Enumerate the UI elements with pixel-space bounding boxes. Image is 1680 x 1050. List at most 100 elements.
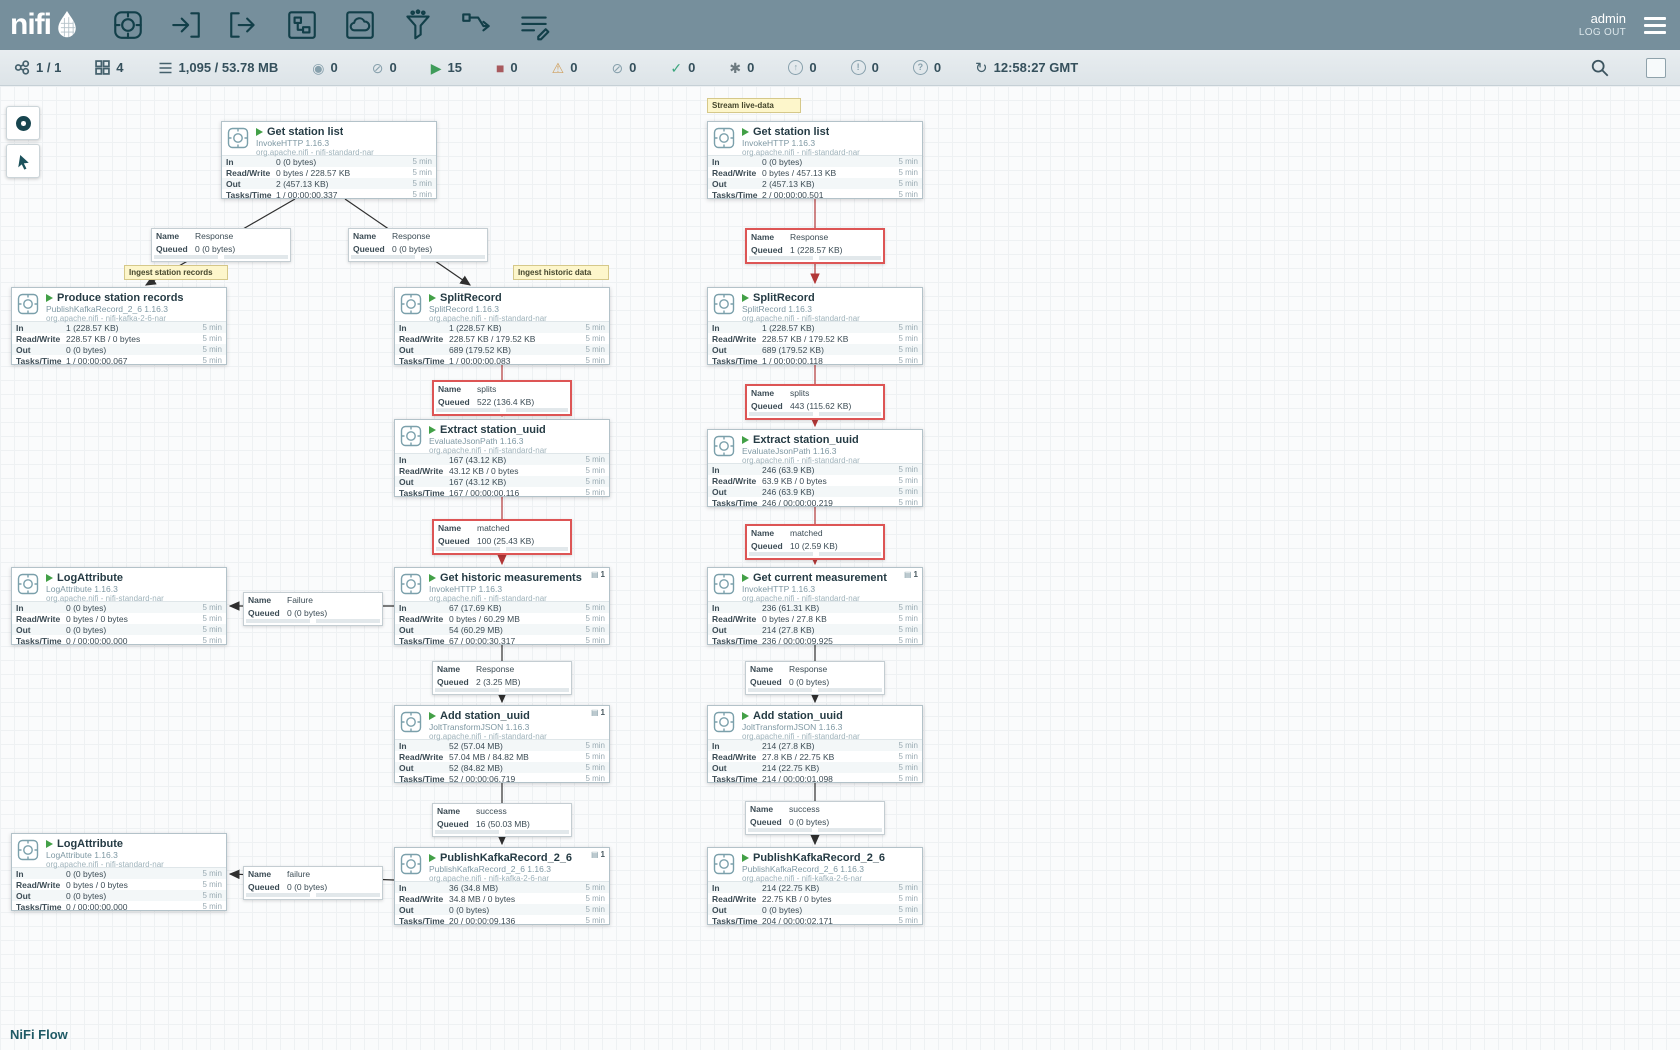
relationship-name: Response: [790, 232, 828, 242]
flow-canvas[interactable]: Stream live-data Ingest station records In…: [0, 86, 1680, 1050]
output-port-tool[interactable]: [225, 6, 263, 44]
connection-queued-row: Queued0 (0 bytes): [746, 815, 884, 828]
template-tool[interactable]: [457, 6, 495, 44]
connection-label-response[interactable]: NameResponseQueued0 (0 bytes): [348, 228, 488, 262]
status-disabled-components: ⊘0: [611, 60, 636, 75]
stat-row-in: In167 (43.12 KB)5 min: [395, 454, 609, 465]
processor-log-attribute-bottom[interactable]: LogAttributeLogAttribute 1.16.3org.apach…: [11, 833, 227, 911]
processor-type-icon: [712, 292, 736, 321]
stopped-components-count: 0: [510, 60, 517, 75]
canvas-label-ingest-station-records[interactable]: Ingest station records: [124, 265, 228, 280]
processor-publish-kafka-right[interactable]: PublishKafkaRecord_2_6PublishKafkaRecord…: [707, 847, 923, 925]
processor-add-station-uuid-left[interactable]: Add station_uuidJoltTransformJSON 1.16.3…: [394, 705, 610, 783]
processor-split-record-right[interactable]: SplitRecordSplitRecord 1.16.3org.apache.…: [707, 287, 923, 365]
processor-name: SplitRecord: [753, 292, 815, 304]
stat-row-in: In1 (228.57 KB)5 min: [708, 322, 922, 333]
stat-row-read-write: Read/Write34.8 MB / 0 bytes5 min: [395, 893, 609, 904]
processor-name: Produce station records: [57, 292, 184, 304]
process-group-tool[interactable]: [283, 6, 321, 44]
processor-extract-station-uuid-right[interactable]: Extract station_uuidEvaluateJsonPath 1.1…: [707, 429, 923, 507]
processor-stats: In0 (0 bytes)5 minRead/Write0 bytes / 45…: [708, 155, 922, 200]
processor-type-icon: [712, 126, 736, 155]
processor-extract-station-uuid-left[interactable]: Extract station_uuidEvaluateJsonPath 1.1…: [394, 419, 610, 497]
stat-row-in: In246 (63.9 KB)5 min: [708, 464, 922, 475]
canvas-label-stream-live-data[interactable]: Stream live-data: [707, 98, 801, 113]
navigation-panel-button[interactable]: [6, 106, 40, 140]
remote-process-group-tool[interactable]: [341, 6, 379, 44]
processor-get-station-list-left[interactable]: Get station listInvokeHTTP 1.16.3org.apa…: [221, 121, 437, 199]
status-invalid-components: ⚠0: [552, 60, 578, 75]
processor-split-record-left[interactable]: SplitRecordSplitRecord 1.16.3org.apache.…: [394, 287, 610, 365]
connection-queued-row: Queued100 (25.43 KB): [434, 534, 570, 547]
stale-versioned-icon: ↑: [788, 60, 803, 75]
connection-name-row: NameResponse: [746, 662, 884, 675]
processor-log-attribute-top[interactable]: LogAttributeLogAttribute 1.16.3org.apach…: [11, 567, 227, 645]
breadcrumb[interactable]: NiFi Flow: [10, 1027, 68, 1042]
name-key: Name: [156, 231, 190, 241]
queued-value: 100 (25.43 KB): [477, 536, 534, 546]
stat-row-tasks-time: Tasks/Time20 / 00:00:09.1365 min: [395, 915, 609, 926]
run-status-running-icon: [46, 574, 53, 582]
global-menu-button[interactable]: [1640, 13, 1670, 38]
processor-type: InvokeHTTP 1.16.3: [256, 138, 432, 148]
last-refresh[interactable]: ↻ 12:58:27 GMT: [975, 59, 1078, 77]
queued-key: Queued: [750, 817, 784, 827]
queued-key: Queued: [438, 397, 472, 407]
logout-link[interactable]: LOG OUT: [1579, 27, 1626, 40]
processor-add-station-uuid-right[interactable]: Add station_uuidJoltTransformJSON 1.16.3…: [707, 705, 923, 783]
transmitting-remote-groups-count: 0: [330, 60, 337, 75]
processor-get-current-measurement[interactable]: Get current measurementInvokeHTTP 1.16.3…: [707, 567, 923, 645]
running-components-icon: ▶: [431, 61, 442, 75]
processor-get-historic-measurements[interactable]: Get historic measurementsInvokeHTTP 1.16…: [394, 567, 610, 645]
connection-label-splits[interactable]: NamesplitsQueued443 (115.62 KB): [745, 384, 885, 420]
processor-name: Get historic measurements: [440, 572, 582, 584]
processor-bundle: org.apache.nifi - nifi-standard-nar: [46, 594, 222, 603]
status-not-transmitting-remote-groups: ⊘0: [372, 60, 397, 75]
relationship-name: Response: [476, 664, 514, 674]
connection-label-matched[interactable]: NamematchedQueued10 (2.59 KB): [745, 524, 885, 560]
processor-tool[interactable]: [109, 6, 147, 44]
processor-type-icon: [16, 292, 40, 321]
connection-name-row: Namematched: [434, 521, 570, 534]
connection-label-response[interactable]: NameResponseQueued0 (0 bytes): [151, 228, 291, 262]
connection-label-response[interactable]: NameResponseQueued1 (228.57 KB): [745, 228, 885, 264]
status-bar: 1 / 1 4 1,095 / 53.78 MB ◉0⊘0▶15■0⚠0⊘0✓0…: [0, 50, 1680, 86]
input-port-tool[interactable]: [167, 6, 205, 44]
connection-name-row: Namesplits: [747, 386, 883, 399]
droplet-icon: [53, 8, 81, 42]
processor-name: PublishKafkaRecord_2_6: [440, 852, 572, 864]
processor-bundle: org.apache.nifi - nifi-kafka-2-6-nar: [742, 874, 918, 883]
processor-bundle: org.apache.nifi - nifi-standard-nar: [742, 732, 918, 741]
label-tool[interactable]: [515, 6, 553, 44]
processor-publish-kafka-left[interactable]: PublishKafkaRecord_2_6PublishKafkaRecord…: [394, 847, 610, 925]
processor-type: LogAttribute 1.16.3: [46, 850, 222, 860]
relationship-name: matched: [790, 528, 823, 538]
connection-label-splits[interactable]: NamesplitsQueued522 (136.4 KB): [432, 380, 572, 416]
connection-label-response[interactable]: NameResponseQueued2 (3.25 MB): [432, 661, 572, 695]
processor-type: EvaluateJsonPath 1.16.3: [742, 446, 918, 456]
active-thread-count-badge: ▤1: [591, 850, 605, 859]
connection-label-failure[interactable]: NameFailureQueued0 (0 bytes): [243, 592, 383, 626]
refresh-icon[interactable]: ↻: [975, 59, 988, 77]
processor-name: Add station_uuid: [440, 710, 530, 722]
stat-row-in: In0 (0 bytes)5 min: [12, 868, 226, 879]
processor-get-station-list-right[interactable]: Get station listInvokeHTTP 1.16.3org.apa…: [707, 121, 923, 199]
panel-toggle-button[interactable]: [1646, 58, 1666, 78]
canvas-label-ingest-historic-data[interactable]: Ingest historic data: [513, 265, 609, 280]
connection-label-success[interactable]: NamesuccessQueued16 (50.03 MB): [432, 803, 572, 837]
name-key: Name: [248, 595, 282, 605]
nifi-logo[interactable]: nifi: [10, 8, 81, 42]
funnel-tool[interactable]: [399, 6, 437, 44]
connection-label-success[interactable]: NamesuccessQueued0 (0 bytes): [745, 801, 885, 835]
queued-key: Queued: [437, 819, 471, 829]
disabled-components-count: 0: [629, 60, 636, 75]
connection-label-failure[interactable]: NamefailureQueued0 (0 bytes): [243, 866, 383, 900]
search-button[interactable]: [1588, 56, 1612, 80]
queued-value: 2 (3.25 MB): [476, 677, 520, 687]
processor-produce-station-records[interactable]: Produce station recordsPublishKafkaRecor…: [11, 287, 227, 365]
connection-label-response[interactable]: NameResponseQueued0 (0 bytes): [745, 661, 885, 695]
connection-label-matched[interactable]: NamematchedQueued100 (25.43 KB): [432, 519, 572, 555]
operate-panel-button[interactable]: [6, 144, 40, 178]
relationship-name: splits: [790, 388, 809, 398]
processor-stats: In67 (17.69 KB)5 minRead/Write0 bytes / …: [395, 601, 609, 646]
